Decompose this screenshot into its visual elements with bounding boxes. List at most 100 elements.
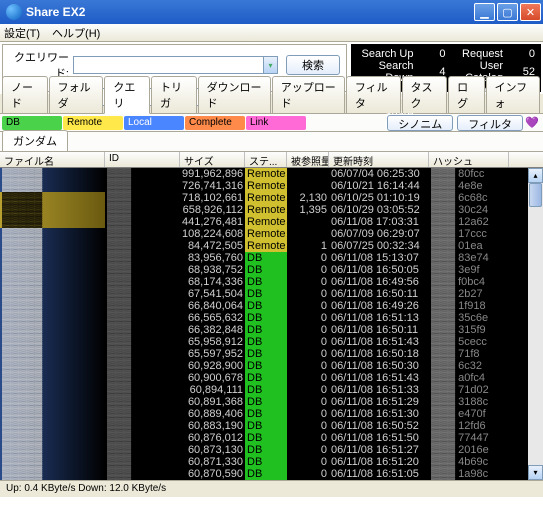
tab-0[interactable]: ノード xyxy=(2,76,48,113)
cell-ref: 0 xyxy=(287,432,329,444)
cell-ref: 0 xyxy=(287,360,329,372)
table-row[interactable]: ▓▓▓▓▓▓▓▓108,224,608Remote06/07/09 06:29:… xyxy=(0,228,543,240)
table-row[interactable]: ▓▓▓▓▓▓▓▓60,871,330DB006/11/08 16:51:20▓▓… xyxy=(0,456,543,468)
cell-date: 06/10/21 16:14:44 xyxy=(329,180,429,192)
cell-id: ▓▓▓ xyxy=(105,216,180,228)
maximize-button[interactable]: ▢ xyxy=(497,3,518,21)
tab-8[interactable]: ログ xyxy=(448,76,484,113)
cell-filename: ▓▓▓▓▓ xyxy=(0,240,105,252)
table-row[interactable]: ▓▓▓▓▓▓▓▓66,840,064DB006/11/08 16:49:26▓▓… xyxy=(0,300,543,312)
table-row[interactable]: ▓▓▓▓▓▓▓▓991,962,896Remote06/07/04 06:25:… xyxy=(0,168,543,180)
minimize-button[interactable]: ▁ xyxy=(474,3,495,21)
cell-id: ▓▓▓ xyxy=(105,444,180,456)
table-row[interactable]: ▓▓▓▓▓▓▓▓66,382,848DB006/11/08 16:50:11▓▓… xyxy=(0,324,543,336)
cell-status: DB xyxy=(245,300,287,312)
tab-9[interactable]: インフォ xyxy=(486,76,541,113)
cell-ref xyxy=(287,180,329,192)
menubar: 設定(T) ヘルプ(H) xyxy=(0,24,543,42)
scroll-down-icon[interactable]: ▾ xyxy=(528,465,543,480)
scroll-up-icon[interactable]: ▴ xyxy=(528,168,543,183)
cell-filename: ▓▓▓▓▓ xyxy=(0,168,105,180)
cell-filename: ▓▓▓▓▓ xyxy=(0,276,105,288)
scrollbar[interactable]: ▴ ▾ xyxy=(528,168,543,480)
col-header[interactable]: 更新時刻 xyxy=(329,152,429,167)
filter-remote[interactable]: Remote xyxy=(63,116,123,130)
table-row[interactable]: ▓▓▓▓▓▓▓▓67,541,504DB006/11/08 16:50:11▓▓… xyxy=(0,288,543,300)
cell-date: 06/10/29 03:05:52 xyxy=(329,204,429,216)
cell-filename: ▓▓▓▓▓ xyxy=(0,312,105,324)
cell-date: 06/11/08 15:13:07 xyxy=(329,252,429,264)
query-tabs: ガンダム xyxy=(0,132,543,152)
table-row[interactable]: ▓▓▓▓▓▓▓▓84,472,505Remote106/07/25 00:32:… xyxy=(0,240,543,252)
table-row[interactable]: ▓▓▓▓▓▓▓▓65,597,952DB006/11/08 16:50:18▓▓… xyxy=(0,348,543,360)
table-row[interactable]: ▓▓▓▓▓▓▓▓441,276,481Remote06/11/08 17:03:… xyxy=(0,216,543,228)
cell-hash: ▓▓▓ a0fc4 xyxy=(429,372,509,384)
table-row[interactable]: ▓▓▓▓▓▓▓▓60,870,590DB006/11/08 16:51:05▓▓… xyxy=(0,468,543,480)
keyword-dropdown[interactable]: ▾ xyxy=(264,56,278,74)
cell-status: DB xyxy=(245,456,287,468)
close-button[interactable]: ✕ xyxy=(520,3,541,21)
heart-icon[interactable]: 💜 xyxy=(523,116,541,129)
cell-status: Remote xyxy=(245,180,287,192)
tab-7[interactable]: タスク xyxy=(402,76,448,113)
scroll-thumb[interactable] xyxy=(529,183,542,207)
table-row[interactable]: ▓▓▓▓▓▓▓▓60,928,900DB006/11/08 16:50:30▓▓… xyxy=(0,360,543,372)
tab-1[interactable]: フォルダ xyxy=(49,76,104,113)
cell-filename: ▓▓▓▓▓ xyxy=(0,300,105,312)
col-header[interactable]: サイズ xyxy=(180,152,245,167)
filter-local[interactable]: Local xyxy=(124,116,184,130)
table-row[interactable]: ▓▓▓▓▓▓▓▓68,174,336DB006/11/08 16:49:56▓▓… xyxy=(0,276,543,288)
col-header[interactable]: ステ... xyxy=(245,152,287,167)
table-row[interactable]: ▓▓▓▓▓▓▓▓60,873,130DB006/11/08 16:51:27▓▓… xyxy=(0,444,543,456)
search-button[interactable]: 検索 xyxy=(286,55,340,75)
cell-hash: ▓▓▓ 77447 xyxy=(429,432,509,444)
cell-filename: ▓▓▓▓▓ xyxy=(0,384,105,396)
query-tab[interactable]: ガンダム xyxy=(2,130,68,151)
cell-hash: ▓▓▓ 2016e xyxy=(429,444,509,456)
table-row[interactable]: ▓▓▓▓▓▓▓▓60,894,111DB006/11/08 16:51:33▓▓… xyxy=(0,384,543,396)
cell-id: ▓▓▓ xyxy=(105,180,180,192)
col-header[interactable]: ファイル名 xyxy=(0,152,105,167)
cell-id: ▓▓▓ xyxy=(105,384,180,396)
cell-size: 108,224,608 xyxy=(180,228,245,240)
table-row[interactable]: ▓▓▓▓▓▓▓▓66,565,632DB006/11/08 16:51:13▓▓… xyxy=(0,312,543,324)
table-row[interactable]: ▓▓▓▓▓▓▓▓60,876,012DB006/11/08 16:51:50▓▓… xyxy=(0,432,543,444)
cell-status: DB xyxy=(245,396,287,408)
col-header[interactable]: ハッシュ xyxy=(429,152,509,167)
table-row[interactable]: ▓▓▓▓▓▓▓▓83,956,760DB006/11/08 15:13:07▓▓… xyxy=(0,252,543,264)
col-header[interactable]: ID xyxy=(105,152,180,167)
filter-db[interactable]: DB xyxy=(2,116,62,130)
cell-date: 06/11/08 16:51:43 xyxy=(329,336,429,348)
col-header[interactable]: 被参照量 xyxy=(287,152,329,167)
table-row[interactable]: ▓▓▓▓▓▓▓▓60,889,406DB006/11/08 16:51:30▓▓… xyxy=(0,408,543,420)
statusbar: Up: 0.4 KByte/s Down: 12.0 KByte/s xyxy=(0,480,543,497)
tab-6[interactable]: フィルタ xyxy=(346,76,401,113)
tab-2[interactable]: クエリ xyxy=(104,76,150,114)
tab-5[interactable]: アップロード xyxy=(272,76,345,113)
filter-button[interactable]: フィルタ xyxy=(457,115,523,131)
table-row[interactable]: ▓▓▓▓▓▓▓▓60,883,190DB006/11/08 16:50:52▓▓… xyxy=(0,420,543,432)
table-row[interactable]: ▓▓▓▓▓▓▓▓60,891,368DB006/11/08 16:51:29▓▓… xyxy=(0,396,543,408)
tab-4[interactable]: ダウンロード xyxy=(198,76,271,113)
cell-hash: ▓▓▓ e470f xyxy=(429,408,509,420)
table-row[interactable]: ▓▓▓▓▓▓▓▓65,958,912DB006/11/08 16:51:43▓▓… xyxy=(0,336,543,348)
cell-status: DB xyxy=(245,420,287,432)
filter-link[interactable]: Link xyxy=(246,116,306,130)
cell-date: 06/11/08 16:50:18 xyxy=(329,348,429,360)
tab-3[interactable]: トリガ xyxy=(151,76,197,113)
cell-status: Remote xyxy=(245,168,287,180)
menu-settings[interactable]: 設定(T) xyxy=(4,25,40,41)
cell-hash: ▓▓▓ 315f9 xyxy=(429,324,509,336)
table-row[interactable]: ▓▓▓▓▓▓▓▓658,926,112Remote1,39506/10/29 0… xyxy=(0,204,543,216)
cell-ref: 0 xyxy=(287,468,329,480)
cell-hash: ▓▓▓ 3e9f xyxy=(429,264,509,276)
menu-help[interactable]: ヘルプ(H) xyxy=(52,25,100,41)
synonym-button[interactable]: シノニム xyxy=(387,115,453,131)
cell-id: ▓▓▓ xyxy=(105,192,180,204)
table-row[interactable]: ▓▓▓▓▓▓▓▓68,938,752DB006/11/08 16:50:05▓▓… xyxy=(0,264,543,276)
table-row[interactable]: ▓▓▓▓▓▓▓▓726,741,316Remote06/10/21 16:14:… xyxy=(0,180,543,192)
filter-complete[interactable]: Complete xyxy=(185,116,245,130)
table-row[interactable]: ▓▓▓▓▓▓▓▓60,900,678DB006/11/08 16:51:43▓▓… xyxy=(0,372,543,384)
table-row[interactable]: ▓▓▓▓▓▓▓▓718,102,661Remote2,13006/10/25 0… xyxy=(0,192,543,204)
keyword-input[interactable] xyxy=(73,56,264,74)
